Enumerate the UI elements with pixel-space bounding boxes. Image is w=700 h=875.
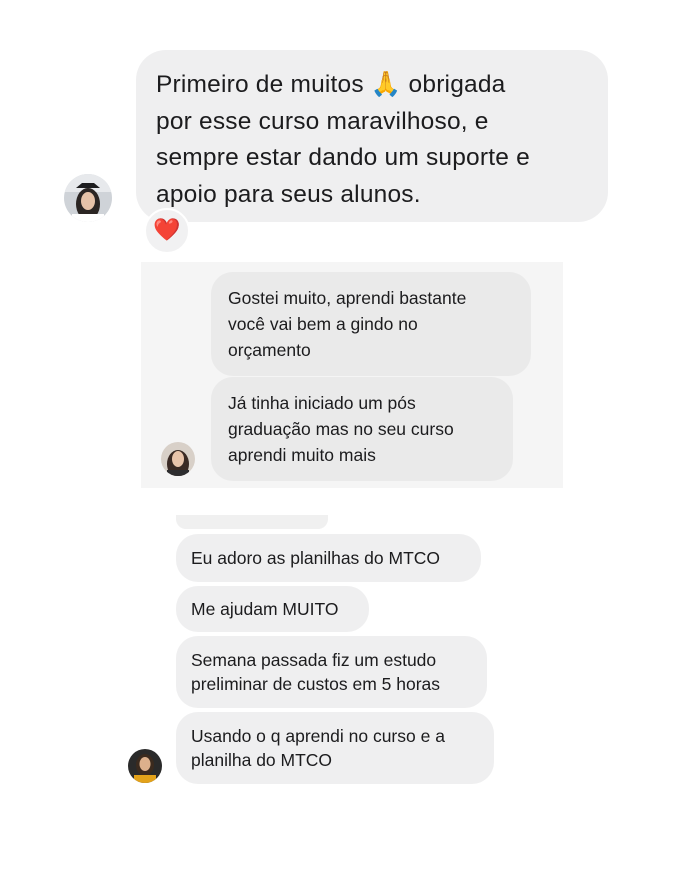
message-text: Semana passada fiz um estudo preliminar … bbox=[191, 650, 440, 694]
avatar[interactable] bbox=[64, 174, 112, 222]
message-text: Eu adoro as planilhas do MTCO bbox=[191, 548, 441, 568]
heart-icon: ❤️ bbox=[153, 218, 181, 243]
message-text: Já tinha iniciado um pós graduação mas n… bbox=[228, 393, 454, 465]
message-bubble: Semana passada fiz um estudo preliminar … bbox=[176, 636, 487, 708]
message-bubble: Me ajudam MUITO bbox=[176, 586, 369, 632]
previous-message-edge bbox=[176, 515, 328, 529]
message-text: Gostei muito, aprendi bastante você vai … bbox=[228, 288, 467, 360]
message-bubble: Gostei muito, aprendi bastante você vai … bbox=[211, 272, 531, 376]
message-text: Primeiro de muitos 🙏 obrigada por esse c… bbox=[156, 71, 530, 208]
message-bubble: Já tinha iniciado um pós graduação mas n… bbox=[211, 377, 513, 481]
message-text: Me ajudam MUITO bbox=[191, 599, 339, 619]
message-text: Usando o q aprendi no curso e a planilha… bbox=[191, 726, 445, 770]
message-bubble: Primeiro de muitos 🙏 obrigada por esse c… bbox=[136, 50, 608, 222]
message-bubble: Eu adoro as planilhas do MTCO bbox=[176, 534, 481, 582]
message-bubble: Usando o q aprendi no curso e a planilha… bbox=[176, 712, 494, 784]
heart-reaction[interactable]: ❤️ bbox=[144, 208, 190, 254]
conversation-panel: Gostei muito, aprendi bastante você vai … bbox=[141, 262, 563, 488]
avatar[interactable] bbox=[161, 442, 195, 476]
avatar[interactable] bbox=[128, 749, 162, 783]
